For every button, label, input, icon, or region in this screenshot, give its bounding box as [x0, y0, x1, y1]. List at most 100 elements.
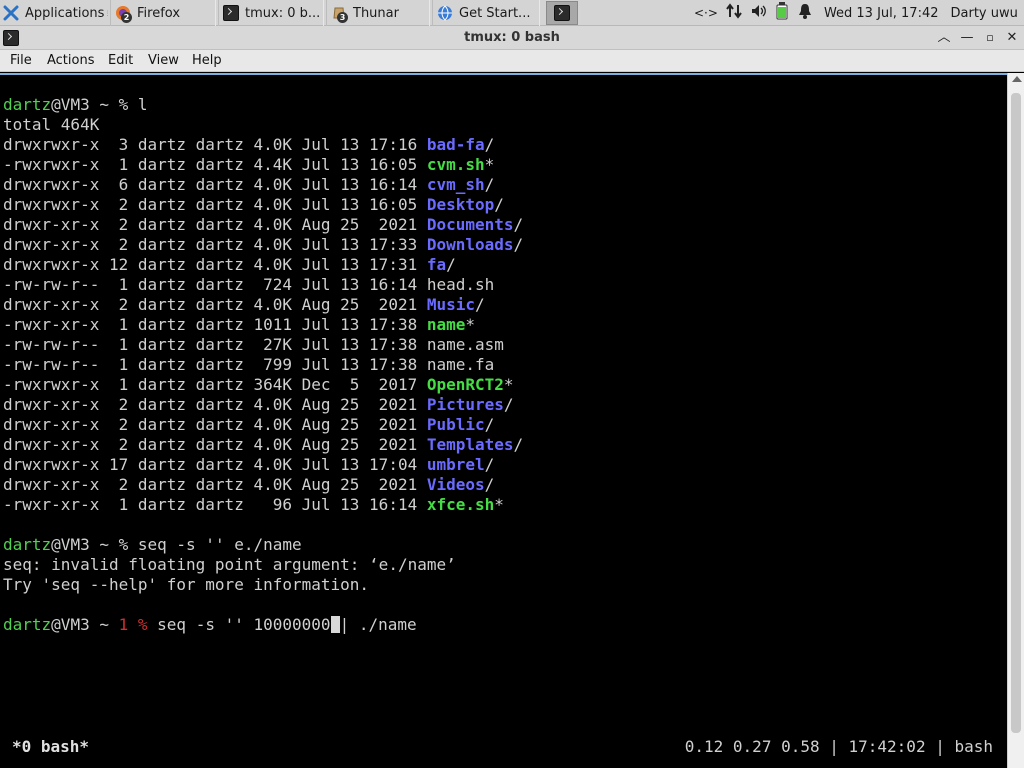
task-firefox[interactable]: 2 Firefox: [110, 0, 216, 26]
file-type-suffix: *: [465, 315, 476, 334]
user-menu[interactable]: Darty uwu: [951, 6, 1018, 21]
menu-actions[interactable]: Actions: [47, 53, 95, 68]
file-type-suffix: *: [494, 495, 504, 514]
task-label: Thunar: [353, 5, 399, 21]
error-line: seq: invalid floating point argument: ‘e…: [3, 555, 456, 574]
file-name: name: [426, 315, 466, 334]
menu-help[interactable]: Help: [192, 53, 222, 68]
menu-handle-icon: ≡: [106, 6, 108, 20]
listing-row: drwxr-xr-x 2 dartz dartz 4.0K Aug 25 202…: [3, 475, 523, 495]
maximize-icon[interactable]: ▫: [981, 29, 999, 47]
close-icon[interactable]: ✕: [1003, 29, 1021, 47]
listing-row: drwxr-xr-x 2 dartz dartz 4.0K Aug 25 202…: [3, 415, 523, 435]
menu-edit[interactable]: Edit: [108, 53, 133, 68]
menu-view[interactable]: View: [148, 53, 179, 68]
volume-icon[interactable]: [750, 3, 766, 23]
prompt-host: @VM3 ~: [51, 535, 119, 554]
file-meta: drwxr-xr-x 2 dartz dartz 4.0K Aug 25 202…: [3, 215, 427, 234]
listing-row: drwxr-xr-x 2 dartz dartz 4.0K Aug 25 202…: [3, 395, 523, 415]
window-titlebar[interactable]: tmux: 0 bash ︿ — ▫ ✕: [0, 26, 1024, 50]
task-thunar[interactable]: 3 Thunar: [326, 0, 430, 26]
file-name: fa: [426, 255, 447, 274]
error-line: Try 'seq --help' for more information.: [3, 575, 370, 594]
minimize-icon[interactable]: —: [958, 29, 976, 47]
command-input-tail[interactable]: | ./name: [340, 615, 417, 634]
scroll-up-icon[interactable]: [1012, 76, 1022, 82]
prompt-host: @VM3 ~: [51, 615, 119, 634]
clock[interactable]: Wed 13 Jul, 17:42: [824, 6, 939, 21]
bell-icon[interactable]: [798, 3, 812, 23]
command-text: % seq -s '' e./name: [118, 535, 302, 554]
network-arrows-icon[interactable]: <·>: [694, 6, 718, 20]
file-meta: drwxrwxr-x 12 dartz dartz 4.0K Jul 13 17…: [3, 255, 427, 274]
scrollbar-thumb[interactable]: [1011, 93, 1021, 733]
prompt-user: dartz: [3, 615, 52, 634]
xfce-mouse-icon: [3, 5, 19, 21]
file-meta: -rwxrwxr-x 1 dartz dartz 364K Dec 5 2017: [3, 375, 427, 394]
task-get-started[interactable]: Get Start...: [432, 0, 540, 26]
battery-icon[interactable]: [776, 2, 788, 24]
file-type-suffix: /: [503, 395, 514, 414]
menubar: File Actions Edit View Help: [0, 50, 1024, 72]
file-meta: -rw-rw-r-- 1 dartz dartz 27K Jul 13 17:3…: [3, 335, 427, 354]
file-type-suffix: *: [503, 375, 514, 394]
file-name: Templates: [426, 435, 514, 454]
file-name: Desktop: [426, 195, 495, 214]
terminal-input-line[interactable]: dartz@VM3 ~ 1 % seq -s '' 10000000 | ./na…: [3, 615, 523, 635]
prompt-symbol: %: [137, 615, 148, 634]
listing-row: -rw-rw-r-- 1 dartz dartz 799 Jul 13 17:3…: [3, 355, 523, 375]
file-name: name.fa: [426, 355, 495, 374]
listing-row: -rwxrwxr-x 1 dartz dartz 364K Dec 5 2017…: [3, 375, 523, 395]
file-type-suffix: /: [484, 455, 495, 474]
listing-row: -rwxrwxr-x 1 dartz dartz 4.4K Jul 13 16:…: [3, 155, 523, 175]
task-label: Get Start...: [459, 5, 531, 21]
file-name: Public: [426, 415, 485, 434]
file-meta: drwxr-xr-x 2 dartz dartz 4.0K Aug 25 202…: [3, 475, 427, 494]
command-input[interactable]: seq -s '' 10000000: [148, 615, 330, 634]
task-count-badge: 3: [337, 12, 348, 23]
task-tmux[interactable]: tmux: 0 b...: [218, 0, 324, 26]
file-meta: drwxr-xr-x 2 dartz dartz 4.0K Aug 25 202…: [3, 395, 427, 414]
top-panel: Applications ≡ 2 Firefox tmux: 0 b... 3 …: [0, 0, 1024, 26]
listing-row: drwxr-xr-x 2 dartz dartz 4.0K Jul 13 17:…: [3, 235, 523, 255]
file-meta: drwxr-xr-x 2 dartz dartz 4.0K Aug 25 202…: [3, 295, 427, 314]
listing-row: -rwxr-xr-x 1 dartz dartz 96 Jul 13 16:14…: [3, 495, 523, 515]
tmux-status-info: 0.12 0.27 0.58 | 17:42:02 | bash: [684, 737, 993, 756]
listing-row: drwxr-xr-x 2 dartz dartz 4.0K Aug 25 202…: [3, 295, 523, 315]
terminal-line: total 464K: [3, 115, 100, 134]
task-count-badge: 2: [121, 12, 132, 23]
terminal-line: dartz@VM3 ~ % seq -s '' e./name: [3, 535, 523, 555]
file-name: cvm.sh: [426, 155, 485, 174]
file-type-suffix: /: [484, 415, 495, 434]
menu-file[interactable]: File: [10, 53, 32, 68]
file-meta: -rw-rw-r-- 1 dartz dartz 724 Jul 13 16:1…: [3, 275, 427, 294]
file-name: umbrel: [426, 455, 485, 474]
shade-up-icon[interactable]: ︿: [935, 29, 953, 47]
file-type-suffix: /: [484, 135, 495, 154]
file-meta: -rwxr-xr-x 1 dartz dartz 96 Jul 13 16:14: [3, 495, 427, 514]
file-meta: -rwxr-xr-x 1 dartz dartz 1011 Jul 13 17:…: [3, 315, 427, 334]
prompt-user: dartz: [3, 95, 52, 114]
terminal-area[interactable]: dartz@VM3 ~ % l total 464K drwxrwxr-x 3 …: [0, 73, 1007, 768]
applications-label: Applications: [25, 5, 105, 21]
file-meta: drwxr-xr-x 2 dartz dartz 4.0K Aug 25 202…: [3, 435, 427, 454]
listing-row: drwxr-xr-x 2 dartz dartz 4.0K Aug 25 202…: [3, 215, 523, 235]
vertical-scrollbar[interactable]: [1007, 73, 1024, 768]
task-terminal-active[interactable]: [546, 1, 578, 25]
listing-row: drwxrwxr-x 3 dartz dartz 4.0K Jul 13 17:…: [3, 135, 523, 155]
terminal-icon: [223, 5, 239, 21]
tmux-window-tab[interactable]: *0 bash*: [12, 737, 89, 756]
file-name: xfce.sh: [426, 495, 495, 514]
task-label: tmux: 0 b...: [245, 5, 321, 21]
applications-menu-button[interactable]: Applications ≡: [0, 0, 108, 26]
file-name: cvm_sh: [426, 175, 485, 194]
listing-row: -rwxr-xr-x 1 dartz dartz 1011 Jul 13 17:…: [3, 315, 523, 335]
file-meta: drwxrwxr-x 3 dartz dartz 4.0K Jul 13 17:…: [3, 135, 427, 154]
file-type-suffix: /: [475, 295, 485, 314]
network-transfer-icon[interactable]: [726, 3, 742, 23]
file-manager-icon: 3: [331, 5, 348, 23]
file-type-suffix: /: [513, 435, 524, 454]
file-type-suffix: /: [494, 195, 504, 214]
